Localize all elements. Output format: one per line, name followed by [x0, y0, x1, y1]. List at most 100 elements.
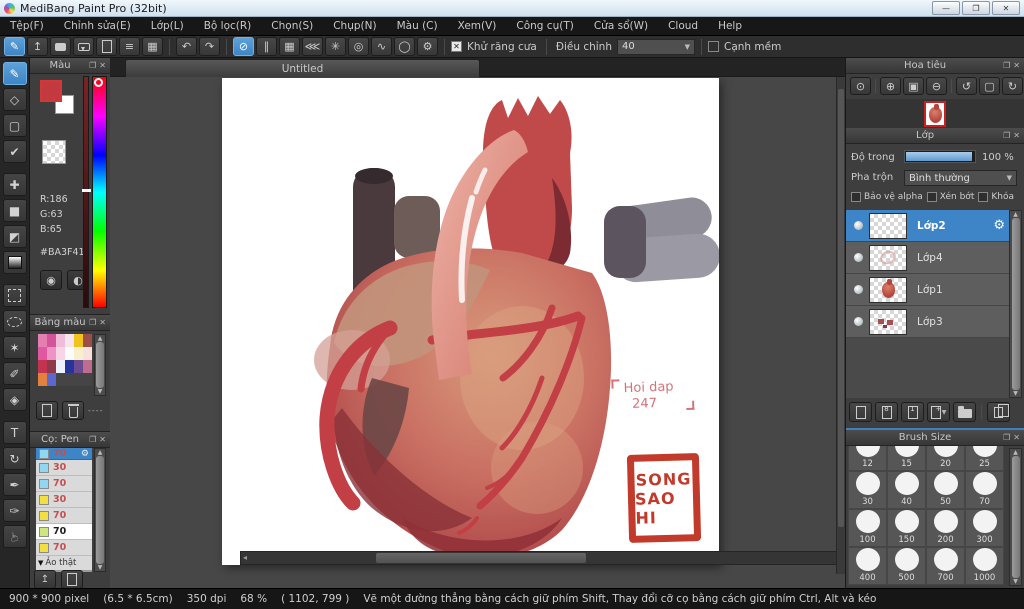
add-brush-button[interactable]	[61, 570, 83, 589]
delete-palette-color-button[interactable]	[62, 401, 84, 420]
fit-screen-button[interactable]: ▢	[979, 77, 1000, 95]
layer-row[interactable]: Lớp3	[846, 306, 1009, 338]
scroll-down-icon[interactable]: ▼	[98, 389, 103, 395]
hue-slider-handle[interactable]	[94, 78, 103, 87]
fit-canvas-button[interactable]: ▣	[903, 77, 924, 95]
color-wheel-button[interactable]: ◉	[40, 270, 62, 290]
palette-swatch[interactable]	[56, 334, 65, 347]
close-icon[interactable]: ✕	[1013, 433, 1020, 442]
foreground-color-swatch[interactable]	[40, 80, 62, 102]
layer-list-scrollbar[interactable]: ▲ ▼	[1009, 210, 1022, 398]
layer-option-bảo-vệ-alpha[interactable]: Bảo vệ alpha	[851, 192, 923, 202]
transparent-color-swatch[interactable]	[42, 140, 66, 164]
menu-item[interactable]: Công cụ(T)	[506, 17, 583, 36]
palette-swatch[interactable]	[83, 334, 92, 347]
scrollbar-handle[interactable]	[1011, 456, 1020, 578]
snap-settings-button[interactable]: ⚙	[417, 37, 438, 56]
palette-swatch[interactable]	[74, 347, 83, 360]
snap-radial-button[interactable]: ✳	[325, 37, 346, 56]
text-tool[interactable]: T	[2, 421, 27, 444]
close-button[interactable]: ✕	[992, 1, 1020, 15]
scrollbar-handle[interactable]	[96, 456, 104, 564]
close-icon[interactable]: ✕	[99, 318, 106, 327]
layer-visibility-icon[interactable]	[854, 317, 863, 326]
snap-parallel-button[interactable]: ∥	[256, 37, 277, 56]
layer-settings-icon[interactable]: ⚙	[993, 218, 1005, 233]
palette-swatch[interactable]	[74, 373, 83, 386]
palette-swatch[interactable]	[56, 360, 65, 373]
add-palette-color-button[interactable]	[36, 401, 58, 420]
brush-item[interactable]: 70	[36, 476, 92, 492]
palette-swatch[interactable]	[83, 360, 92, 373]
menu-item[interactable]: Help	[708, 17, 752, 36]
brush-size-option[interactable]: 150	[887, 509, 926, 547]
scrollbar-handle[interactable]	[838, 89, 844, 527]
palette-swatch[interactable]	[56, 373, 65, 386]
snap-off-button[interactable]: ⊘	[233, 37, 254, 56]
menu-item[interactable]: Chọn(S)	[261, 17, 323, 36]
brush-size-option[interactable]: 400	[848, 547, 887, 585]
brush-item[interactable]: 70	[36, 524, 92, 540]
brush-item[interactable]: ▼ Ảo thật	[36, 556, 92, 570]
duplicate-layer-button[interactable]	[987, 402, 1010, 422]
value-slider-handle[interactable]	[82, 189, 91, 192]
bucket-tool[interactable]: ◩	[2, 225, 27, 248]
minimize-button[interactable]: —	[932, 1, 960, 15]
palette-swatch[interactable]	[65, 347, 74, 360]
brush-tool[interactable]: ✎	[2, 62, 27, 85]
layer-row[interactable]: Lớp1	[846, 274, 1009, 306]
palette-swatch[interactable]	[47, 334, 56, 347]
layer-visibility-icon[interactable]	[854, 253, 863, 262]
palette-swatch[interactable]	[38, 360, 47, 373]
close-icon[interactable]: ✕	[1013, 131, 1020, 140]
blend-dropdown[interactable]: Bình thường ▼	[904, 170, 1017, 186]
paint-mode-button[interactable]: ✎	[4, 37, 25, 56]
value-slider[interactable]	[82, 76, 91, 308]
menu-item[interactable]: Xem(V)	[448, 17, 507, 36]
popout-icon[interactable]: ❐	[89, 435, 96, 444]
brush-item[interactable]: 70 ⚙	[36, 448, 92, 460]
brush-item[interactable]: 70	[36, 508, 92, 524]
move-tool[interactable]: ✚	[2, 173, 27, 196]
palette-swatch[interactable]	[83, 347, 92, 360]
select-pen-tool[interactable]: ✐	[2, 362, 27, 385]
menu-item[interactable]: Bộ lọc(R)	[194, 17, 262, 36]
brush-size-option[interactable]: 1000	[965, 547, 1004, 585]
zoom-out-button[interactable]: ⊖	[926, 77, 947, 95]
polyline-tool[interactable]: ✔	[2, 140, 27, 163]
canvas-vertical-scrollbar[interactable]	[836, 77, 845, 574]
close-icon[interactable]: ✕	[1013, 61, 1020, 70]
layer-row[interactable]: Lớp2 ⚙	[846, 210, 1009, 242]
snap-curve-button[interactable]: ∿	[371, 37, 392, 56]
brush-size-scrollbar[interactable]: ▲ ▼	[1009, 448, 1022, 586]
palette-swatch[interactable]	[47, 373, 56, 386]
layer-visibility-icon[interactable]	[854, 285, 863, 294]
palette-swatch[interactable]	[38, 334, 47, 347]
undo-button[interactable]: ↶	[176, 37, 197, 56]
scroll-up-icon[interactable]: ▲	[1013, 450, 1018, 456]
brush-settings-icon[interactable]: ⚙	[81, 449, 89, 459]
checkbox[interactable]	[851, 192, 861, 202]
snap-grid-button[interactable]: ▦	[279, 37, 300, 56]
brush-size-option[interactable]: 100	[848, 509, 887, 547]
popout-icon[interactable]: ❐	[89, 318, 96, 327]
brush-size-option[interactable]: 500	[887, 547, 926, 585]
add-layer-menu-button[interactable]: + ▼	[927, 402, 950, 422]
select-rect-tool[interactable]	[2, 284, 27, 307]
menu-item[interactable]: Lớp(L)	[141, 17, 194, 36]
fill-rect-tool[interactable]: ■	[2, 199, 27, 222]
scroll-up-icon[interactable]: ▲	[98, 336, 103, 342]
snap-ellipse-button[interactable]: ◯	[394, 37, 415, 56]
select-eraser-tool[interactable]: ◈	[2, 388, 27, 411]
palette-swatch[interactable]	[47, 360, 56, 373]
palette-scrollbar[interactable]: ▲ ▼	[94, 334, 106, 396]
scroll-down-icon[interactable]: ▼	[98, 565, 103, 571]
brush-size-option[interactable]: 30	[848, 471, 887, 509]
comment-button[interactable]	[50, 37, 71, 56]
popout-icon[interactable]: ❐	[1003, 433, 1010, 442]
document-tab[interactable]: Untitled	[125, 59, 480, 77]
snap-vanishing-button[interactable]: ⋘	[302, 37, 323, 56]
scroll-up-icon[interactable]: ▲	[1013, 212, 1018, 218]
popout-icon[interactable]: ❐	[1003, 61, 1010, 70]
menu-item[interactable]: Màu (C)	[387, 17, 448, 36]
